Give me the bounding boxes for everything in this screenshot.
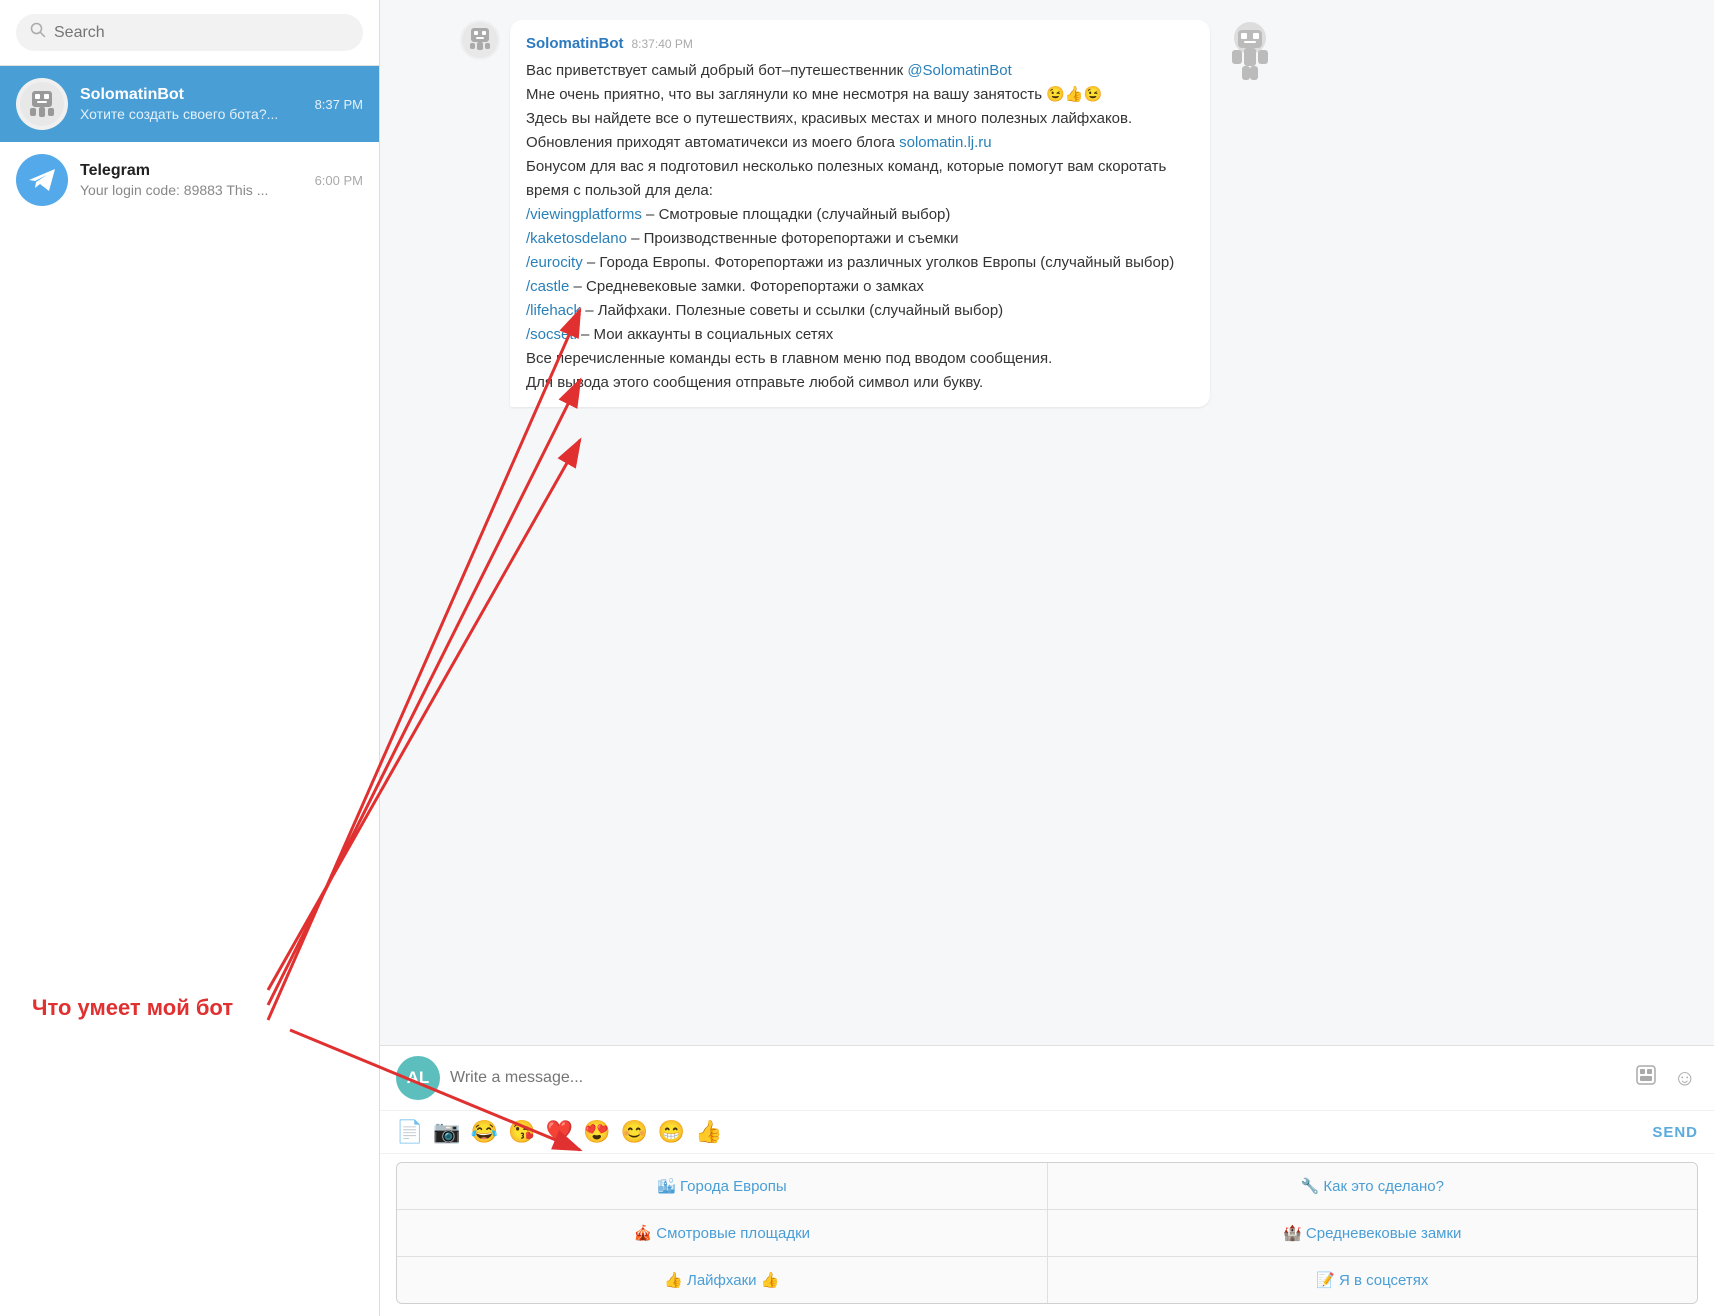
thumbsup-emoji[interactable]: 👍	[695, 1119, 722, 1145]
keyboard-btn-socseti[interactable]: 📝 Я в соцсетях	[1048, 1257, 1698, 1303]
keyboard-row-1: 🏙 Города Европы 🔧 Как это сделано?	[397, 1163, 1697, 1210]
keyboard-btn-castle[interactable]: 🏰 Средневековые замки	[1048, 1210, 1698, 1256]
chat-name-telegram: Telegram	[80, 162, 303, 180]
action-bar: 📄 📷 😂 😘 ❤️ 😍 😊 😁 👍 SEND	[380, 1111, 1714, 1154]
avatar-telegram	[16, 154, 68, 206]
chat-time-telegram: 6:00 PM	[315, 173, 363, 188]
emoji-button[interactable]: ☺	[1672, 1063, 1698, 1093]
keyboard-row-2: 🎪 Смотровые площадки 🏰 Средневековые зам…	[397, 1210, 1697, 1257]
sticker-button[interactable]	[1632, 1061, 1660, 1095]
send-button[interactable]: SEND	[1652, 1124, 1698, 1141]
file-icon[interactable]: 📄	[396, 1119, 423, 1145]
chat-preview-telegram: Your login code: 89883 This ...	[80, 182, 303, 198]
chat-name-solomatinbot: SolomatinBot	[80, 86, 303, 104]
link-blog[interactable]: solomatin.lj.ru	[899, 134, 992, 151]
keyboard-row-3: 👍 Лайфхаки 👍 📝 Я в соцсетях	[397, 1257, 1697, 1303]
chat-item-solomatinbot[interactable]: SolomatinBot Хотите создать своего бота?…	[0, 66, 379, 142]
user-initials: AL	[407, 1068, 430, 1088]
laugh-emoji[interactable]: 😂	[471, 1119, 498, 1145]
message-row-bot: SolomatinBot 8:37:40 PM Вас приветствует…	[460, 20, 1634, 407]
cmd-lifehack[interactable]: /lifehack	[526, 302, 581, 319]
heart-emoji[interactable]: ❤️	[546, 1119, 573, 1145]
chat-info-telegram: Telegram Your login code: 89883 This ...	[80, 162, 303, 198]
bot-keyboard: 🏙 Города Европы 🔧 Как это сделано? 🎪 Смо…	[396, 1162, 1698, 1304]
chat-time-solomatinbot: 8:37 PM	[315, 97, 363, 112]
camera-icon[interactable]: 📷	[433, 1119, 460, 1145]
chat-preview-solomatinbot: Хотите создать своего бота?...	[80, 106, 303, 122]
search-bar	[0, 0, 379, 66]
msg-avatar-bot	[460, 20, 500, 60]
cmd-kaketosdelano[interactable]: /kaketosdelano	[526, 230, 627, 247]
message-input-row: AL ☺	[380, 1046, 1714, 1111]
message-sender: SolomatinBot	[526, 32, 624, 55]
sidebar: SolomatinBot Хотите создать своего бота?…	[0, 0, 380, 1316]
user-avatar-input: AL	[396, 1056, 440, 1100]
search-input[interactable]	[54, 24, 349, 42]
keyboard-btn-kaketosdelano[interactable]: 🔧 Как это сделано?	[1048, 1163, 1698, 1209]
message-bubble-bot: SolomatinBot 8:37:40 PM Вас приветствует…	[510, 20, 1210, 407]
chat-item-telegram[interactable]: Telegram Your login code: 89883 This ...…	[0, 142, 379, 218]
bot-figure-right	[1220, 20, 1280, 90]
smile-emoji[interactable]: 😊	[620, 1119, 647, 1145]
keyboard-btn-viewingplatforms[interactable]: 🎪 Смотровые площадки	[397, 1210, 1048, 1256]
cmd-eurocity[interactable]: /eurocity	[526, 254, 583, 271]
cmd-castle[interactable]: /castle	[526, 278, 569, 295]
grin-emoji[interactable]: 😁	[658, 1119, 685, 1145]
kiss-emoji[interactable]: 😘	[508, 1119, 535, 1145]
cmd-socseti[interactable]: /socseti	[526, 326, 577, 343]
message-text: Вас приветствует самый добрый бот–путеше…	[526, 59, 1194, 395]
message-input[interactable]	[450, 1069, 1622, 1087]
messages-area: SolomatinBot 8:37:40 PM Вас приветствует…	[380, 0, 1714, 1045]
cmd-viewingplatforms[interactable]: /viewingplatforms	[526, 206, 642, 223]
chat-list: SolomatinBot Хотите создать своего бота?…	[0, 66, 379, 1316]
input-icons: ☺	[1632, 1061, 1698, 1095]
avatar-solomatinbot	[16, 78, 68, 130]
love-eyes-emoji[interactable]: 😍	[583, 1119, 610, 1145]
main-chat: SolomatinBot 8:37:40 PM Вас приветствует…	[380, 0, 1714, 1316]
keyboard-btn-eurocity[interactable]: 🏙 Города Европы	[397, 1163, 1048, 1209]
message-meta: SolomatinBot 8:37:40 PM	[526, 32, 1194, 55]
chat-info-solomatinbot: SolomatinBot Хотите создать своего бота?…	[80, 86, 303, 122]
message-time: 8:37:40 PM	[632, 35, 693, 54]
input-area: AL ☺ 📄 📷 😂 😘 ❤️ 😍	[380, 1045, 1714, 1316]
keyboard-btn-lifehack[interactable]: 👍 Лайфхаки 👍	[397, 1257, 1048, 1303]
link-solomatinbot[interactable]: @SolomatinBot	[907, 62, 1011, 79]
search-input-wrap[interactable]	[16, 14, 363, 51]
search-icon	[30, 22, 46, 43]
